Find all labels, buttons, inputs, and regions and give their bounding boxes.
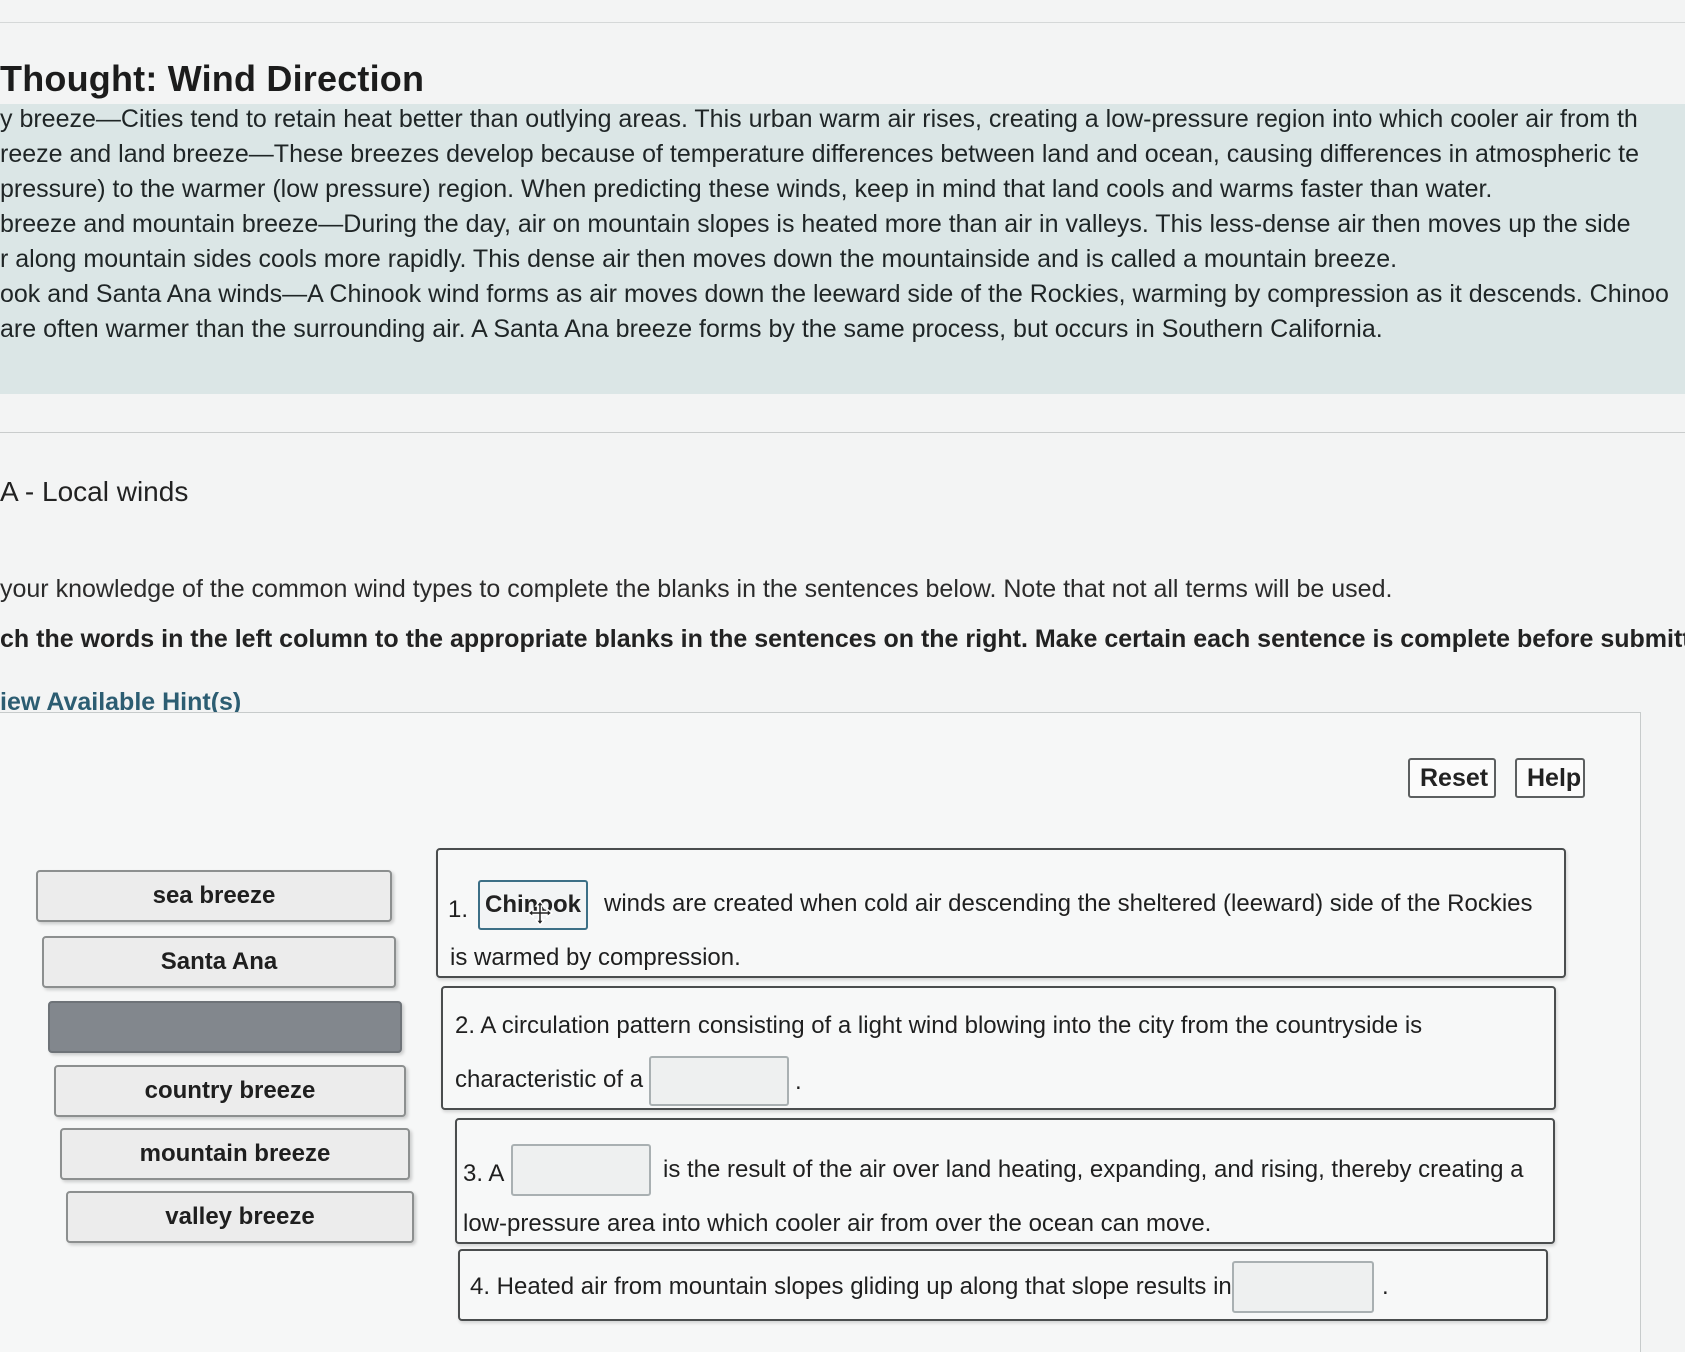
thought-line: breeze and mountain breeze—During the da… [0, 210, 1631, 238]
word-chip-valley-breeze[interactable]: valley breeze [66, 1191, 414, 1243]
thought-line: r along mountain sides cools more rapidl… [0, 245, 1398, 273]
thought-line: ook and Santa Ana winds—A Chinook wind f… [0, 280, 1669, 308]
help-button[interactable]: Help [1515, 758, 1585, 798]
word-chip-santa-ana[interactable]: Santa Ana [42, 936, 396, 988]
thought-line: y breeze—Cities tend to retain heat bett… [0, 105, 1638, 133]
word-chip-sea-breeze[interactable]: sea breeze [36, 870, 392, 922]
move-cursor-icon [527, 900, 553, 926]
instruction-text-bold: ch the words in the left column to the a… [0, 625, 1685, 653]
word-chip-mountain-breeze[interactable]: mountain breeze [60, 1128, 410, 1180]
sentence-text: 2. A circulation pattern consisting of a… [455, 1012, 1423, 1039]
sentence-4: 4. Heated air from mountain slopes glidi… [458, 1249, 1548, 1321]
word-chip-country-breeze[interactable]: country breeze [54, 1065, 406, 1117]
reset-button[interactable]: Reset [1408, 758, 1496, 798]
part-heading: A - Local winds [0, 476, 189, 507]
sentence-text: is warmed by compression. [450, 944, 741, 971]
instruction-text: your knowledge of the common wind types … [0, 575, 1393, 603]
sentence-3: 3. A is the result of the air over land … [455, 1118, 1555, 1244]
sentence-text: 3. A [463, 1160, 505, 1187]
sentence-1: 1. Chinook winds are created when cold a… [436, 848, 1566, 978]
top-rule [0, 22, 1685, 23]
thought-line: pressure) to the warmer (low pressure) r… [0, 175, 1493, 203]
sentence-punctuation: . [1382, 1273, 1389, 1300]
sentence-text: characteristic of a [455, 1066, 644, 1093]
sentence-text: low-pressure area into which cooler air … [463, 1210, 1212, 1237]
sentence-number: 1. [448, 896, 469, 923]
sentence-2-blank[interactable] [649, 1056, 789, 1106]
sentence-text: winds are created when cold air descendi… [604, 890, 1533, 917]
thought-line: reeze and land breeze—These breezes deve… [0, 140, 1640, 168]
sentence-4-blank[interactable] [1232, 1261, 1374, 1313]
thought-line: are often warmer than the surrounding ai… [0, 315, 1383, 343]
sentence-3-blank[interactable] [511, 1144, 651, 1196]
thought-box: y breeze—Cities tend to retain heat bett… [0, 104, 1685, 394]
sentence-2: 2. A circulation pattern consisting of a… [441, 986, 1556, 1110]
section-divider [0, 432, 1685, 433]
sentence-text: 4. Heated air from mountain slopes glidi… [470, 1273, 1252, 1300]
page-title: Thought: Wind Direction [0, 58, 425, 99]
word-chip-empty-slot[interactable] [48, 1001, 402, 1053]
sentence-punctuation: . [795, 1068, 802, 1095]
sentence-text: is the result of the air over land heati… [663, 1156, 1524, 1183]
